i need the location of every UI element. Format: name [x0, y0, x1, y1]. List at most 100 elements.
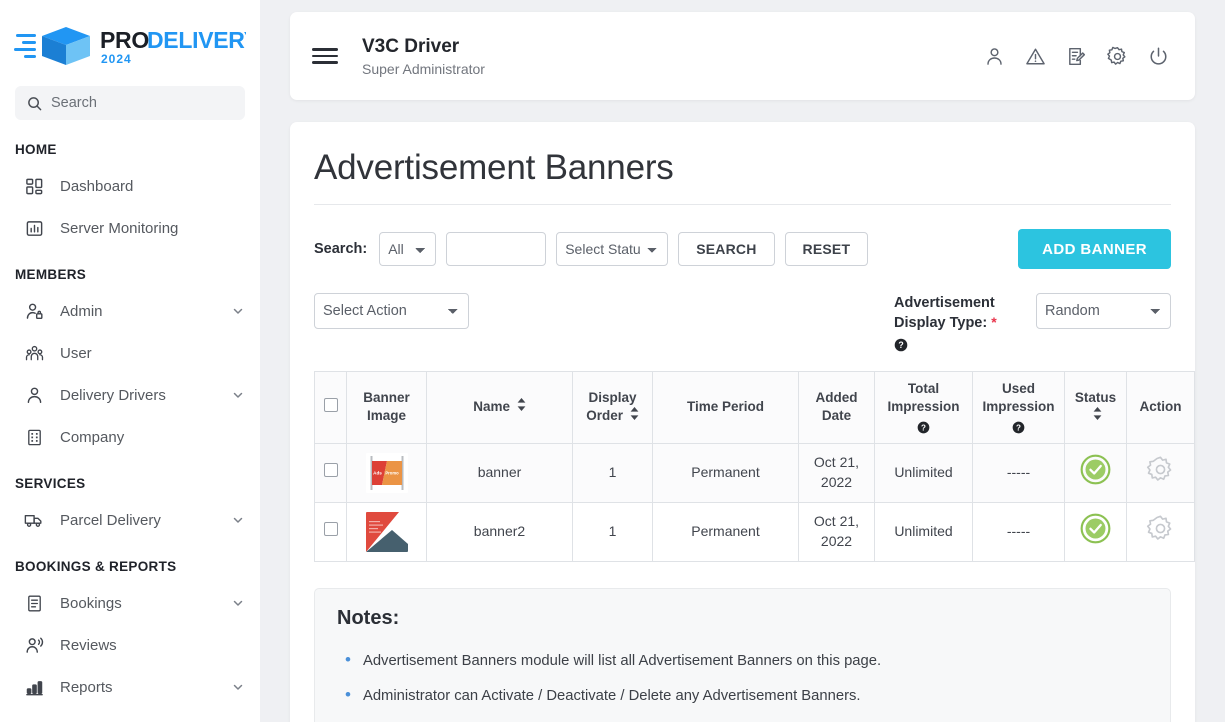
svg-text:Promo: Promo — [385, 470, 399, 475]
sidebar-item-delivery-drivers[interactable]: Delivery Drivers — [0, 374, 260, 416]
app-root: PRO DELIVERY 2024 HOME Dashboard — [0, 0, 1225, 722]
th-label: Time Period — [687, 399, 764, 414]
sidebar-item-label: Reports — [60, 679, 216, 696]
chevron-down-icon[interactable] — [232, 514, 244, 526]
sort-icon[interactable] — [630, 407, 639, 425]
banners-table-wrapper: Banner Image Name Display Order — [314, 371, 1171, 562]
row-checkbox[interactable] — [324, 463, 338, 477]
content-card: Advertisement Banners Search: All Select… — [290, 122, 1195, 722]
add-banner-button[interactable]: ADD BANNER — [1018, 229, 1171, 269]
th-name[interactable]: Name — [427, 372, 573, 444]
power-off-icon[interactable] — [1148, 46, 1169, 67]
help-circle-icon[interactable]: ? — [1012, 421, 1025, 434]
chevron-down-icon[interactable] — [232, 597, 244, 609]
cell-added-date: Oct 21, 2022 — [799, 443, 875, 502]
sort-icon[interactable] — [517, 398, 526, 416]
sidebar-item-dashboard[interactable]: Dashboard — [0, 165, 260, 207]
cell-action — [1127, 502, 1195, 561]
cell-name: banner2 — [427, 502, 573, 561]
sidebar: PRO DELIVERY 2024 HOME Dashboard — [0, 0, 260, 722]
banner-thumbnail[interactable]: Ads Promo — [366, 453, 408, 493]
search-keyword-input[interactable] — [446, 232, 546, 266]
th-action: Action — [1127, 372, 1195, 444]
edit-document-icon[interactable] — [1066, 46, 1087, 67]
th-time-period: Time Period — [653, 372, 799, 444]
status-select[interactable]: Select Status — [556, 232, 668, 266]
chart-bar-box-icon — [24, 218, 44, 238]
alert-triangle-icon[interactable] — [1025, 46, 1046, 67]
help-circle-icon[interactable]: ? — [894, 338, 908, 352]
svg-text:PRO: PRO — [100, 27, 149, 53]
gear-icon[interactable] — [1146, 455, 1175, 484]
sidebar-item-label: Parcel Delivery — [60, 512, 216, 529]
th-label: Action — [1140, 399, 1182, 414]
chevron-down-icon[interactable] — [232, 305, 244, 317]
th-status[interactable]: Status — [1065, 372, 1127, 444]
sidebar-item-admin[interactable]: Admin — [0, 290, 260, 332]
display-type-select[interactable]: Random — [1036, 293, 1171, 329]
search-field-select[interactable]: All — [379, 232, 436, 266]
help-circle-icon[interactable]: ? — [917, 421, 930, 434]
brand-logo[interactable]: PRO DELIVERY 2024 — [0, 0, 260, 80]
bullet-icon: • — [345, 686, 351, 705]
reset-button[interactable]: RESET — [785, 232, 869, 266]
topbar-icon-group — [984, 46, 1169, 67]
required-asterisk: * — [991, 314, 996, 330]
nav-section-members-title: MEMBERS — [0, 249, 260, 290]
profile-icon[interactable] — [984, 46, 1005, 67]
cell-status — [1065, 502, 1127, 561]
svg-text:?: ? — [1016, 423, 1021, 432]
note-text: Advertisement Banners module will list a… — [363, 651, 881, 672]
settings-gear-icon[interactable] — [1107, 46, 1128, 67]
cell-status — [1065, 443, 1127, 502]
sidebar-item-company[interactable]: Company — [0, 416, 260, 458]
display-type-group: Advertisement Display Type: * ? Random — [894, 293, 1171, 353]
check-circle-green-icon[interactable] — [1080, 513, 1111, 544]
th-label: Added Date — [816, 390, 858, 423]
banner-thumbnail[interactable] — [366, 512, 408, 552]
document-list-icon — [24, 593, 44, 613]
sort-icon[interactable] — [1093, 407, 1102, 425]
sidebar-item-bookings[interactable]: Bookings — [0, 582, 260, 624]
notes-panel: Notes: • Advertisement Banners module wi… — [314, 588, 1171, 722]
cell-total-impression: Unlimited — [875, 443, 973, 502]
cell-banner-image — [347, 502, 427, 561]
sidebar-search[interactable] — [15, 86, 245, 120]
sidebar-item-reports[interactable]: Reports — [0, 666, 260, 708]
gear-icon[interactable] — [1146, 514, 1175, 543]
note-text: Administrator can Activate / Deactivate … — [363, 686, 861, 707]
hamburger-menu-icon[interactable] — [312, 46, 338, 66]
cell-added-date: Oct 21, 2022 — [799, 502, 875, 561]
th-display-order[interactable]: Display Order — [573, 372, 653, 444]
th-used-impression: Used Impression ? — [973, 372, 1065, 444]
sidebar-item-label: Delivery Drivers — [60, 387, 216, 404]
bulk-action-select[interactable]: Select Action — [314, 293, 469, 329]
row-checkbox[interactable] — [324, 522, 338, 536]
sidebar-item-parcel-delivery[interactable]: Parcel Delivery — [0, 499, 260, 541]
th-label: Banner Image — [363, 390, 410, 423]
note-list-item: • Administrator can Activate / Deactivat… — [337, 679, 1148, 714]
search-input[interactable] — [51, 95, 233, 111]
cell-name: banner — [427, 443, 573, 502]
cell-time-period: Permanent — [653, 502, 799, 561]
sidebar-item-label: Reviews — [60, 637, 244, 654]
search-button[interactable]: SEARCH — [678, 232, 774, 266]
th-banner-image: Banner Image — [347, 372, 427, 444]
th-label: Total Impression — [887, 381, 959, 414]
table-header-row: Banner Image Name Display Order — [315, 372, 1195, 444]
svg-text:?: ? — [898, 340, 903, 350]
page-title: Advertisement Banners — [314, 148, 1171, 205]
sidebar-item-server-monitoring[interactable]: Server Monitoring — [0, 207, 260, 249]
table-row: Ads Promo banner 1 Permanent Oct 21, 202… — [315, 443, 1195, 502]
dashboard-grid-icon — [24, 176, 44, 196]
th-label: Used Impression — [982, 381, 1054, 414]
chevron-down-icon[interactable] — [232, 681, 244, 693]
check-circle-green-icon[interactable] — [1080, 454, 1111, 485]
th-label: Name — [473, 399, 510, 414]
main-content: V3C Driver Super Administrator — [260, 0, 1225, 722]
sidebar-item-reviews[interactable]: Reviews — [0, 624, 260, 666]
chevron-down-icon[interactable] — [232, 389, 244, 401]
person-icon — [24, 385, 44, 405]
sidebar-item-user[interactable]: User — [0, 332, 260, 374]
select-all-checkbox[interactable] — [324, 398, 338, 412]
